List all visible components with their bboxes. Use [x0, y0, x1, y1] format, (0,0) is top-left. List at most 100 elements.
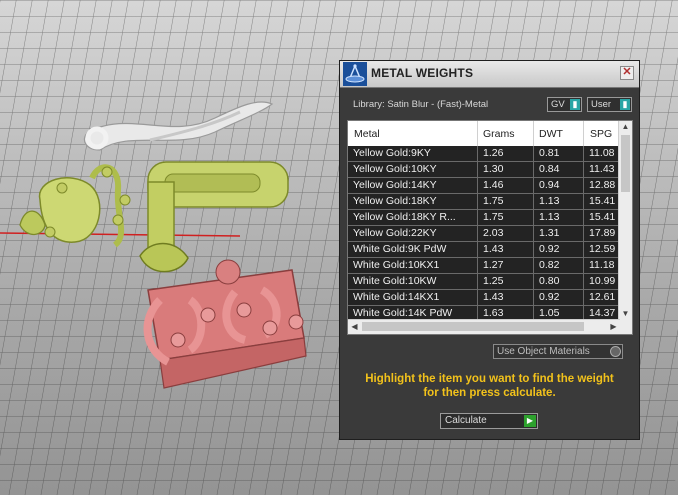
- cell-divider: [533, 258, 534, 274]
- metal-cell: White Gold:10KW: [353, 275, 437, 287]
- grams-cell: 1.30: [483, 163, 504, 175]
- calculate-button[interactable]: Calculate ▶: [440, 413, 538, 429]
- cell-divider: [477, 258, 478, 274]
- table-row[interactable]: White Gold:10KW 1.25 0.80 10.99: [348, 274, 620, 290]
- metal-cell: Yellow Gold:14KY: [353, 179, 437, 191]
- cell-divider: [533, 290, 534, 306]
- metal-cell: Yellow Gold:9KY: [353, 147, 431, 159]
- cell-divider: [477, 210, 478, 226]
- table-row[interactable]: Yellow Gold:18KY 1.75 1.13 15.41: [348, 194, 620, 210]
- metal-weights-panel: METAL WEIGHTS ✕ Library: Satin Blur - (F…: [339, 60, 640, 440]
- cell-divider: [583, 226, 584, 242]
- weight-scale-icon: [343, 62, 367, 86]
- grams-cell: 1.25: [483, 275, 504, 287]
- column-header-metal[interactable]: Metal: [354, 128, 380, 140]
- cell-divider: [533, 162, 534, 178]
- table-row[interactable]: Yellow Gold:9KY 1.26 0.81 11.08: [348, 146, 620, 162]
- dwt-cell: 1.31: [539, 227, 560, 239]
- dwt-cell: 1.13: [539, 195, 560, 207]
- metal-cell: White Gold:14KX1: [353, 291, 440, 303]
- grams-cell: 2.03: [483, 227, 504, 239]
- scroll-left-icon[interactable]: ◀: [348, 321, 361, 333]
- cell-divider: [583, 210, 584, 226]
- metal-cell: White Gold:14K PdW: [353, 307, 453, 319]
- vertical-scrollbar[interactable]: ▲ ▼: [618, 121, 632, 320]
- table-row[interactable]: White Gold:10KX1 1.27 0.82 11.18: [348, 258, 620, 274]
- table-row[interactable]: Yellow Gold:14KY 1.46 0.94 12.88: [348, 178, 620, 194]
- column-header-dwt[interactable]: DWT: [539, 128, 563, 140]
- use-object-materials-label: Use Object Materials: [497, 346, 590, 357]
- grams-cell: 1.27: [483, 259, 504, 271]
- title-bar[interactable]: METAL WEIGHTS ✕: [340, 61, 639, 88]
- cell-divider: [477, 162, 478, 178]
- cell-divider: [583, 258, 584, 274]
- dwt-cell: 0.82: [539, 259, 560, 271]
- metal-cell: Yellow Gold:22KY: [353, 227, 437, 239]
- table-row[interactable]: Yellow Gold:22KY 2.03 1.31 17.89: [348, 226, 620, 242]
- horizontal-scroll-thumb[interactable]: [362, 322, 584, 331]
- use-object-materials-option[interactable]: Use Object Materials: [493, 344, 623, 359]
- grams-cell: 1.63: [483, 307, 504, 319]
- cell-divider: [477, 290, 478, 306]
- cell-divider: [477, 178, 478, 194]
- metal-cell: White Gold:9K PdW: [353, 243, 447, 255]
- calculate-label: Calculate: [445, 415, 487, 426]
- cell-divider: [533, 210, 534, 226]
- column-divider[interactable]: [583, 121, 584, 146]
- cell-divider: [477, 146, 478, 162]
- dwt-cell: 1.13: [539, 211, 560, 223]
- table-row[interactable]: White Gold:14KX1 1.43 0.92 12.61: [348, 290, 620, 306]
- instruction-line-1: Highlight the item you want to find the …: [365, 373, 614, 385]
- column-divider[interactable]: [477, 121, 478, 146]
- cell-divider: [583, 290, 584, 306]
- instruction-text: Highlight the item you want to find the …: [340, 372, 639, 400]
- column-divider[interactable]: [533, 121, 534, 146]
- gv-indicator-icon: ▮: [570, 99, 580, 110]
- dwt-cell: 0.92: [539, 291, 560, 303]
- cell-divider: [583, 242, 584, 258]
- scroll-corner: [619, 320, 632, 334]
- cell-divider: [583, 274, 584, 290]
- cell-divider: [533, 226, 534, 242]
- cell-divider: [533, 178, 534, 194]
- scroll-down-icon[interactable]: ▼: [619, 308, 632, 320]
- close-button[interactable]: ✕: [620, 66, 634, 80]
- user-library-toggle[interactable]: User ▮: [587, 97, 632, 112]
- scroll-up-icon[interactable]: ▲: [619, 121, 632, 133]
- cell-divider: [533, 274, 534, 290]
- instruction-line-2: for then press calculate.: [423, 387, 556, 399]
- dwt-cell: 1.05: [539, 307, 560, 319]
- column-header-spg[interactable]: SPG: [590, 128, 612, 140]
- column-header-grams[interactable]: Grams: [483, 128, 515, 140]
- cell-divider: [533, 242, 534, 258]
- cell-divider: [583, 146, 584, 162]
- play-arrow-icon: ▶: [524, 415, 536, 427]
- cell-divider: [477, 194, 478, 210]
- vertical-scroll-thumb[interactable]: [621, 135, 630, 192]
- cell-divider: [477, 242, 478, 258]
- table-header: Metal Grams DWT SPG: [348, 121, 620, 146]
- cell-divider: [583, 162, 584, 178]
- grams-cell: 1.26: [483, 147, 504, 159]
- grams-cell: 1.75: [483, 211, 504, 223]
- gv-library-toggle[interactable]: GV ▮: [547, 97, 582, 112]
- grams-cell: 1.46: [483, 179, 504, 191]
- table-row[interactable]: White Gold:9K PdW 1.43 0.92 12.59: [348, 242, 620, 258]
- cell-divider: [533, 194, 534, 210]
- table-row[interactable]: Yellow Gold:18KY R... 1.75 1.13 15.41: [348, 210, 620, 226]
- radio-icon[interactable]: [610, 346, 621, 357]
- dwt-cell: 0.94: [539, 179, 560, 191]
- metal-cell: Yellow Gold:10KY: [353, 163, 437, 175]
- table-row[interactable]: Yellow Gold:10KY 1.30 0.84 11.43: [348, 162, 620, 178]
- user-label: User: [591, 99, 612, 110]
- dwt-cell: 0.92: [539, 243, 560, 255]
- grams-cell: 1.75: [483, 195, 504, 207]
- horizontal-scrollbar[interactable]: ◀ ▶: [348, 319, 620, 334]
- user-indicator-icon: ▮: [620, 99, 630, 110]
- cell-divider: [583, 194, 584, 210]
- library-label: Library: Satin Blur - (Fast)-Metal: [353, 99, 489, 110]
- metal-table[interactable]: Metal Grams DWT SPG Yellow Gold:9KY 1.26 0…: [347, 120, 633, 335]
- cell-divider: [533, 146, 534, 162]
- table-body: Yellow Gold:9KY 1.26 0.81 11.08 Yellow Gold:…: [348, 146, 620, 322]
- cell-divider: [583, 178, 584, 194]
